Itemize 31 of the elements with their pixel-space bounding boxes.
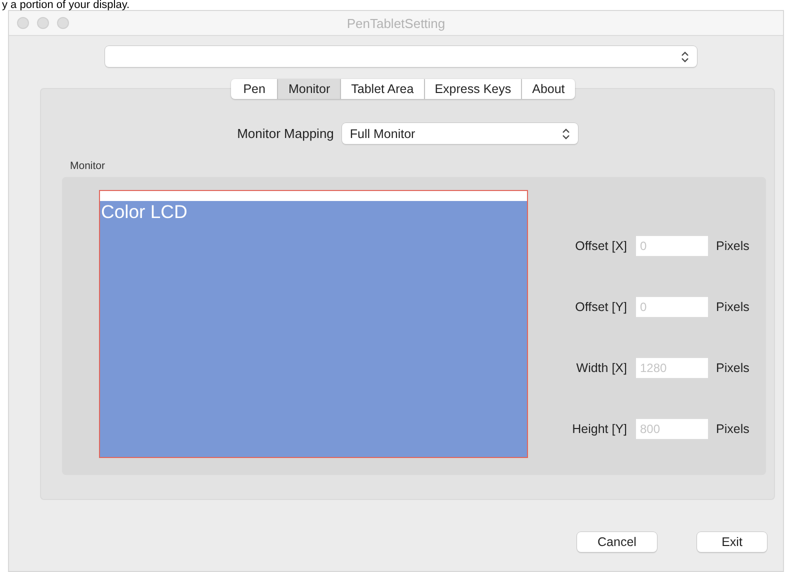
mapping-dropdown[interactable]: Full Monitor	[342, 123, 578, 144]
window-title: PenTabletSetting	[346, 16, 446, 30]
unit-label: Pixels	[716, 239, 750, 253]
tab[interactable]: Tablet Area	[341, 79, 425, 99]
unit-label: Pixels	[716, 300, 750, 314]
group-label: Monitor	[70, 160, 106, 172]
close-button[interactable]	[17, 17, 29, 29]
field-label: Width [X]	[575, 361, 628, 375]
input-field[interactable]: 0	[636, 297, 708, 317]
unit-label: Pixels	[716, 422, 750, 436]
field-label: Offset [X]	[574, 239, 628, 253]
input-field[interactable]: 800	[636, 419, 708, 439]
input-field[interactable]: 1280	[636, 358, 708, 378]
page-text: y a portion of your display.	[1, 0, 131, 10]
field-label: Offset [Y]	[574, 300, 628, 314]
display-name: Color LCD	[100, 201, 188, 223]
chevron-icon	[681, 50, 689, 62]
mapping-label: Monitor Mapping	[237, 126, 334, 141]
tab[interactable]: Pen	[231, 79, 278, 99]
dialog-button[interactable]: Exit	[697, 532, 767, 552]
dialog-button[interactable]: Cancel	[577, 532, 657, 552]
tab[interactable]: About	[522, 79, 575, 99]
tab[interactable]: Express Keys	[424, 79, 522, 99]
tab[interactable]: Monitor	[278, 79, 342, 99]
unit-label: Pixels	[716, 361, 750, 375]
chevron-icon	[562, 128, 570, 140]
zoom-button[interactable]	[57, 17, 69, 29]
field-label: Height [Y]	[571, 422, 628, 436]
input-field[interactable]: 0	[636, 236, 708, 256]
device-dropdown[interactable]	[105, 46, 697, 67]
minimize-button[interactable]	[37, 17, 49, 29]
